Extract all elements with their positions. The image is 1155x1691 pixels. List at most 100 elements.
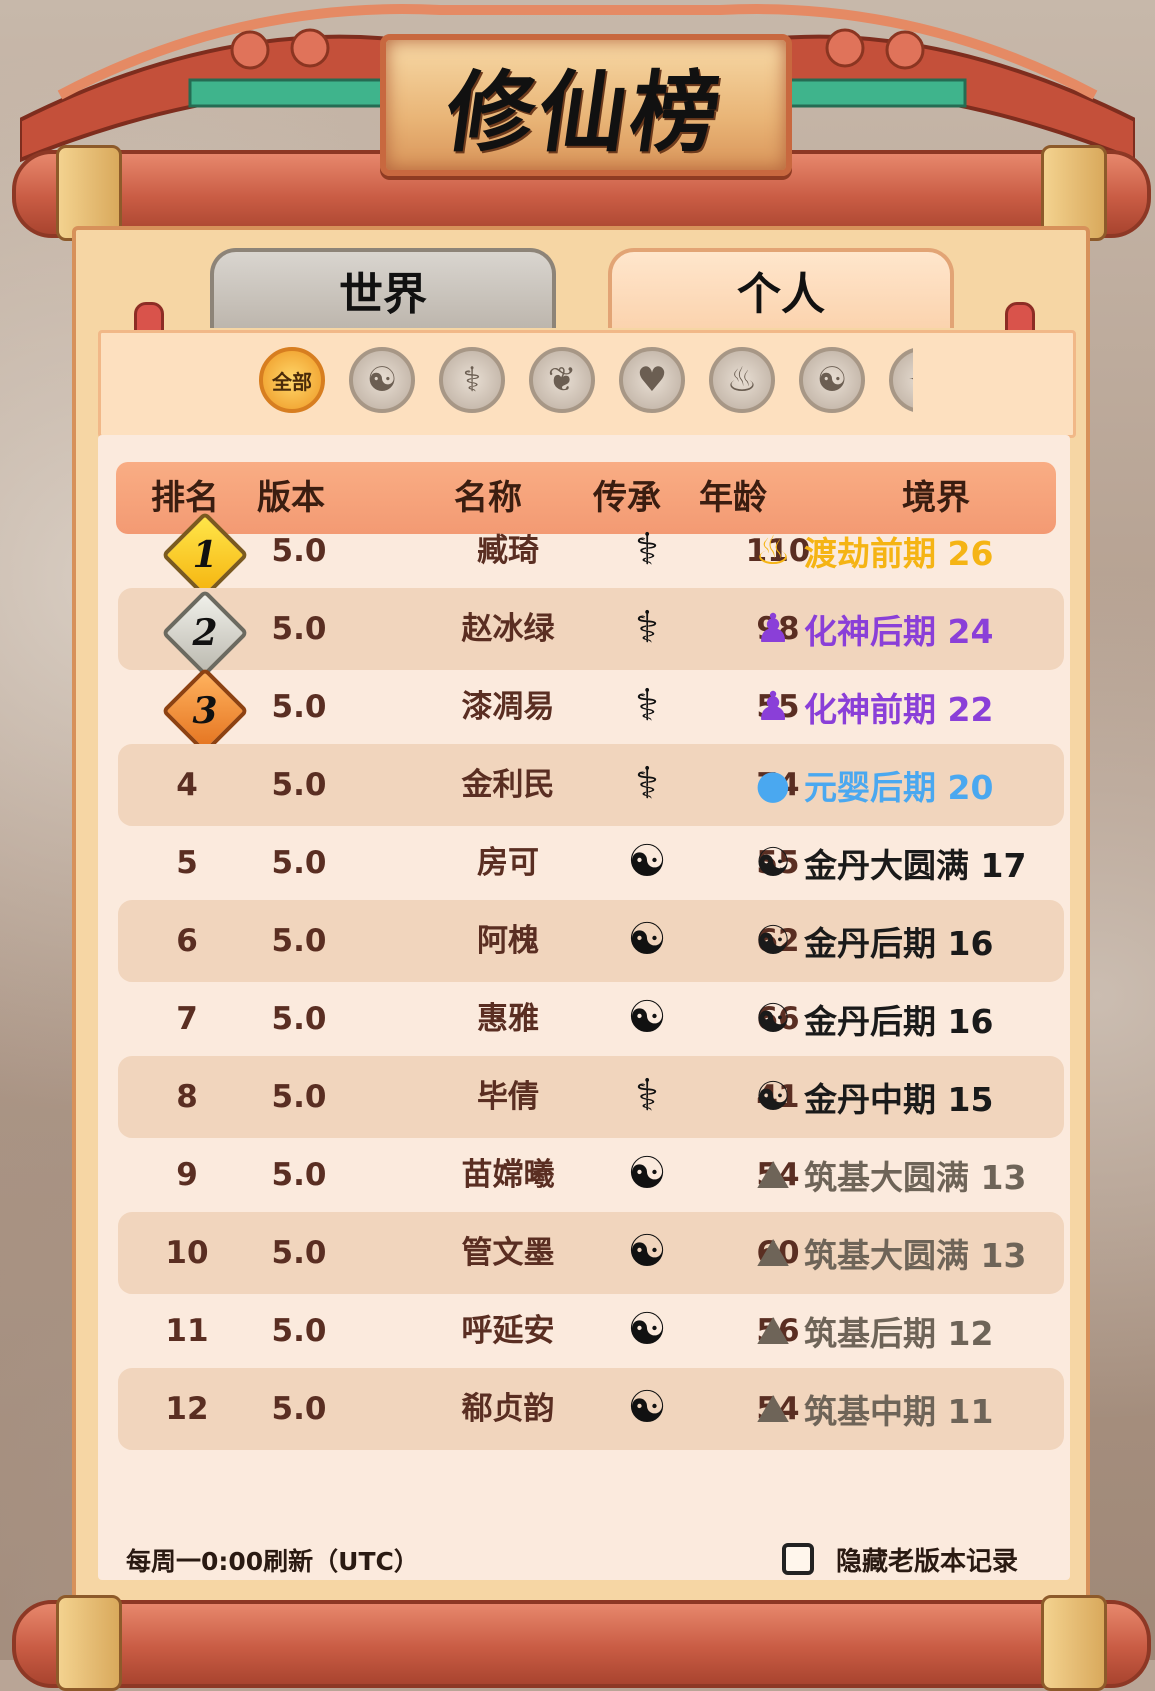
rank-cell: 5 (176, 845, 198, 881)
lineage-cell: ☯ (588, 822, 698, 904)
page-title: 修仙榜 (439, 59, 731, 164)
heart-icon: ♥ (636, 360, 668, 400)
realm-cell: ● 元婴后期 20 (750, 744, 994, 826)
filter-next-button[interactable]: ✧ (889, 347, 913, 413)
player-name-cell[interactable]: 毕倩 (408, 1056, 608, 1138)
table-row[interactable]: 5 5.0 房可 ☯ 55 ☯ 金丹大圆满 17 (118, 822, 1064, 904)
rank-cell: 11 (165, 1313, 209, 1349)
table-row[interactable]: 4 5.0 金利民 ⚕ 74 ● 元婴后期 20 (118, 744, 1064, 826)
table-row[interactable]: 8 5.0 毕倩 ⚕ 41 ☯ 金丹中期 15 (118, 1056, 1064, 1138)
filter-heart-button[interactable]: ♥ (619, 347, 685, 413)
lineage-cell: ☯ (588, 978, 698, 1060)
yin-yang-icon: ☯ (627, 1304, 667, 1355)
rank-number: 3 (192, 690, 218, 732)
version-cell: 5.0 (271, 1235, 327, 1271)
player-name-cell[interactable]: 郗贞韵 (408, 1368, 608, 1450)
player-name-cell[interactable]: 赵冰绿 (408, 588, 608, 670)
tab-personal[interactable]: 个人 (608, 248, 954, 328)
realm-text: 金丹后期 16 (804, 1002, 994, 1041)
player-name-cell[interactable]: 苗嫦曦 (408, 1134, 608, 1216)
tab-personal-label: 个人 (737, 269, 825, 320)
filter-track[interactable]: 全部 ☯ ⚕ ❦ ♥ ♨ ☯ ✧ (259, 345, 913, 421)
lineage-cell: ☯ (588, 1290, 698, 1372)
player-name-cell[interactable]: 漆凋易 (408, 666, 608, 748)
rank-cell: 8 (176, 1079, 198, 1115)
player-name-cell[interactable]: 呼延安 (408, 1290, 608, 1372)
meditating-figure-icon: ♟ (755, 684, 791, 730)
lineage-cell: ☯ (588, 1212, 698, 1294)
player-name-cell[interactable]: 臧琦 (408, 510, 608, 592)
sword-ring-icon: ⚕ (635, 1070, 659, 1121)
yin-yang-icon: ☯ (627, 836, 667, 887)
praying-hands-icon: ⛰ (756, 1386, 790, 1432)
tab-world[interactable]: 世界 (210, 248, 556, 328)
realm-cell: ♨ 渡劫前期 26 (750, 510, 993, 592)
lineage-cell: ⚕ (588, 588, 698, 670)
filter-all-button[interactable]: 全部 (259, 347, 325, 413)
flame-figure-icon: ♨ (755, 528, 791, 574)
rank-cell: 9 (176, 1157, 198, 1193)
sword-ring-icon: ⚕ (635, 758, 659, 809)
table-row[interactable]: 12 5.0 郗贞韵 ☯ 54 ⛰ 筑基中期 11 (118, 1368, 1064, 1450)
meditating-figure-icon: ♟ (755, 606, 791, 652)
realm-cell: ♟ 化神后期 24 (750, 588, 993, 670)
rank-cell: 6 (176, 923, 198, 959)
rank-number: 1 (192, 534, 218, 576)
table-row[interactable]: 2 5.0 赵冰绿 ⚕ 98 ♟ 化神后期 24 (118, 588, 1064, 677)
version-cell: 5.0 (271, 611, 327, 647)
filter-book-button[interactable]: ❦ (529, 347, 595, 413)
realm-text: 渡劫前期 26 (804, 534, 994, 573)
hide-old-checkbox[interactable] (782, 1543, 814, 1575)
table-row[interactable]: 1 5.0 臧琦 ⚕ 110 ♨ 渡劫前期 26 (118, 510, 1064, 599)
lineage-cell: ☯ (588, 1368, 698, 1450)
player-name-cell[interactable]: 阿槐 (408, 900, 608, 982)
filter-flame-button[interactable]: ♨ (709, 347, 775, 413)
realm-cell: ⛰ 筑基大圆满 13 (750, 1134, 1026, 1216)
realm-text: 化神前期 22 (804, 690, 994, 729)
version-cell: 5.0 (271, 533, 327, 569)
realm-cell: ☯ 金丹中期 15 (750, 1056, 993, 1138)
realm-cell: ⛰ 筑基后期 12 (750, 1290, 993, 1372)
version-cell: 5.0 (271, 689, 327, 725)
infant-figure-icon: ● (755, 762, 791, 808)
table-row[interactable]: 7 5.0 惠雅 ☯ 66 ☯ 金丹后期 16 (118, 978, 1064, 1060)
player-name-cell[interactable]: 金利民 (408, 744, 608, 826)
filter-all-label: 全部 (272, 369, 312, 394)
partial-icon: ✧ (908, 360, 913, 400)
open-book-icon: ❦ (547, 360, 577, 400)
filter-yin-yang-button[interactable]: ☯ (349, 347, 415, 413)
rank-number: 2 (192, 612, 218, 654)
swirl-core-icon: ☯ (755, 918, 791, 964)
player-name-cell[interactable]: 惠雅 (408, 978, 608, 1060)
swirl-core-icon: ☯ (755, 996, 791, 1042)
realm-text: 筑基中期 11 (804, 1392, 994, 1431)
player-name-cell[interactable]: 管文墨 (408, 1212, 608, 1294)
version-cell: 5.0 (271, 845, 327, 881)
table-row[interactable]: 6 5.0 阿槐 ☯ 62 ☯ 金丹后期 16 (118, 900, 1064, 982)
hide-old-label[interactable]: 隐藏老版本记录 (836, 1545, 1018, 1579)
realm-text: 金丹大圆满 17 (804, 846, 1027, 885)
rank-medal-icon: 2 (161, 589, 249, 677)
yin-yang-icon: ☯ (627, 1382, 667, 1433)
version-cell: 5.0 (271, 1001, 327, 1037)
lineage-cell: ⚕ (588, 666, 698, 748)
realm-cell: ♟ 化神前期 22 (750, 666, 993, 748)
praying-hands-icon: ⛰ (756, 1152, 790, 1198)
table-row[interactable]: 9 5.0 苗嫦曦 ☯ 54 ⛰ 筑基大圆满 13 (118, 1134, 1064, 1216)
version-cell: 5.0 (271, 767, 327, 803)
title-plaque: 修仙榜 (380, 34, 792, 176)
filter-swirl-button[interactable]: ☯ (799, 347, 865, 413)
rod-cap-right (1041, 1595, 1107, 1691)
tab-world-label: 世界 (339, 269, 427, 320)
table-row[interactable]: 3 5.0 漆凋易 ⚕ 55 ♟ 化神前期 22 (118, 666, 1064, 755)
realm-text: 化神后期 24 (804, 612, 994, 651)
rank-medal-icon: 1 (161, 511, 249, 599)
yin-yang-icon: ☯ (366, 360, 398, 400)
filter-sword-ring-button[interactable]: ⚕ (439, 347, 505, 413)
rank-cell: 7 (176, 1001, 198, 1037)
swirl-core-icon: ☯ (755, 1074, 791, 1120)
table-row[interactable]: 10 5.0 管文墨 ☯ 60 ⛰ 筑基大圆满 13 (118, 1212, 1064, 1294)
rank-cell: 1 (132, 510, 249, 599)
player-name-cell[interactable]: 房可 (408, 822, 608, 904)
table-row[interactable]: 11 5.0 呼延安 ☯ 56 ⛰ 筑基后期 12 (118, 1290, 1064, 1372)
